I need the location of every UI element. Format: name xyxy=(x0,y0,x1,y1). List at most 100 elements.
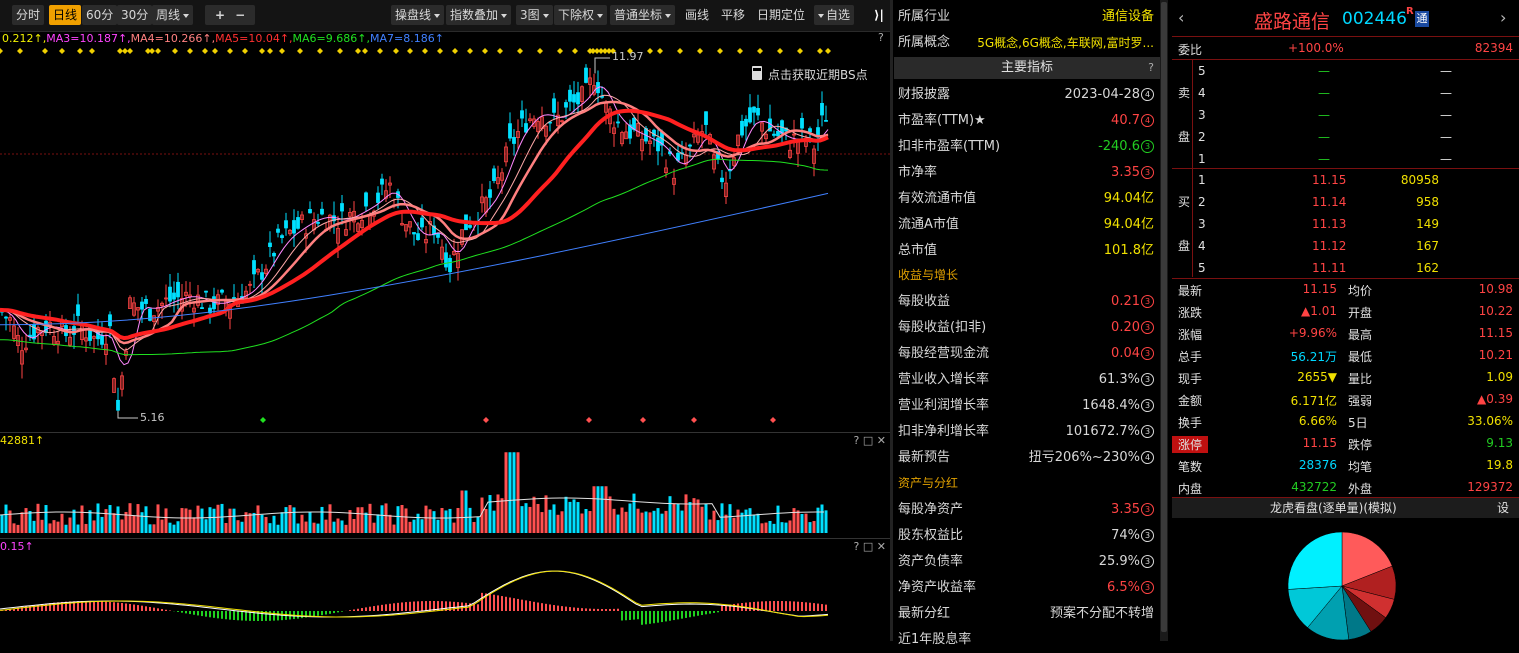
indicator-row[interactable]: 营业利润增长率1648.4%3 xyxy=(898,393,1156,419)
zoom-out-button[interactable]: − xyxy=(235,8,245,22)
ma-legend-item: MA3=10.187↑, xyxy=(46,32,130,45)
bs-point-hint[interactable]: 点击获取近期BS点 xyxy=(752,66,868,83)
indicator-row[interactable]: 市盈率(TTM)★40.74 xyxy=(898,108,1156,134)
candle-body xyxy=(205,291,208,292)
watchlist-dropdown[interactable]: 自选 xyxy=(814,5,854,25)
tab-fenshi[interactable]: 分时 xyxy=(12,5,44,25)
macd-bar xyxy=(325,611,327,614)
macd-bar xyxy=(385,604,387,611)
bid-row[interactable]: 3 11.13 149 xyxy=(1194,213,1519,235)
macd-bar xyxy=(93,601,95,611)
volume-bar xyxy=(317,524,320,533)
indicator-row[interactable]: 扣非市盈率(TTM)-240.63 xyxy=(898,134,1156,160)
indicator-row[interactable]: 近1年股息率 xyxy=(898,627,1156,653)
caopanxian-dropdown[interactable]: 操盘线 xyxy=(391,5,444,25)
indicator-row[interactable]: 最新分红预案不分配不转增 xyxy=(898,601,1156,627)
fundamentals-scrollbar[interactable] xyxy=(1160,0,1168,641)
dragon-settings-button[interactable]: 设 xyxy=(1497,498,1509,518)
indicator-value-text: 94.04亿 xyxy=(1104,217,1154,232)
volume-bar xyxy=(145,506,148,533)
zoom-in-button[interactable]: + xyxy=(215,8,225,22)
indicator-row[interactable]: 财报披露2023-04-284 xyxy=(898,82,1156,108)
macd-bar xyxy=(569,607,571,611)
indicator-row[interactable]: 流通A市值94.04亿 xyxy=(898,212,1156,238)
indicator-value: 0.213 xyxy=(1111,289,1154,315)
indicator-row[interactable]: 每股收益(扣非)0.203 xyxy=(898,315,1156,341)
concept-value[interactable]: 5G概念,6G概念,车联网,富时罗... xyxy=(977,30,1154,56)
coordinate-dropdown[interactable]: 普通坐标 xyxy=(610,5,675,25)
concept-row: 所属概念 5G概念,6G概念,车联网,富时罗... xyxy=(898,30,1156,56)
stat-label: 外盘 xyxy=(1348,480,1372,497)
stat-value: 2655▼ xyxy=(1297,370,1337,384)
industry-value[interactable]: 通信设备 xyxy=(1102,4,1154,30)
volume-bar xyxy=(101,517,104,533)
collapse-panel-icon[interactable]: ⟩| xyxy=(870,5,888,25)
ask-row[interactable]: 4 — — xyxy=(1194,82,1519,104)
indicator-row[interactable]: 每股经营现金流0.043 xyxy=(898,341,1156,367)
macd-bar xyxy=(153,608,155,611)
macd-panel-controls[interactable]: ? □ ✕ xyxy=(854,539,886,554)
scrollbar-thumb[interactable] xyxy=(1161,2,1167,632)
volume-bar xyxy=(469,508,472,533)
volume-bar xyxy=(649,512,652,533)
bid-row[interactable]: 4 11.12 167 xyxy=(1194,235,1519,257)
date-locate-button[interactable]: 日期定位 xyxy=(753,5,809,25)
indicator-row[interactable]: 每股收益0.213 xyxy=(898,289,1156,315)
bid-row[interactable]: 1 11.15 80958 xyxy=(1194,169,1519,191)
level-price: 11.11 xyxy=(1312,261,1346,275)
signal-marker xyxy=(797,48,803,54)
prev-stock-icon[interactable]: ‹ xyxy=(1178,8,1184,27)
volume-bar xyxy=(557,515,560,533)
panel-divider[interactable] xyxy=(890,0,893,641)
index-overlay-dropdown[interactable]: 指数叠加 xyxy=(446,5,511,25)
ask-row[interactable]: 1 — — xyxy=(1194,148,1519,170)
next-stock-icon[interactable]: › xyxy=(1500,8,1506,27)
volume-bar xyxy=(85,524,88,533)
tab-60min[interactable]: 60分 xyxy=(82,5,117,25)
indicator-row[interactable]: 每股净资产3.353 xyxy=(898,497,1156,523)
bid-row[interactable]: 2 11.14 958 xyxy=(1194,191,1519,213)
indicator-row[interactable]: 扣非净利增长率101672.7%3 xyxy=(898,419,1156,445)
volume-bar xyxy=(809,522,812,533)
tab-30min[interactable]: 30分 xyxy=(117,5,152,25)
indicator-row[interactable]: 营业收入增长率61.3%3 xyxy=(898,367,1156,393)
volume-panel-controls[interactable]: ? □ ✕ xyxy=(854,433,886,448)
three-chart-dropdown[interactable]: 3图 xyxy=(516,5,553,25)
candle-body xyxy=(317,222,320,223)
ask-row[interactable]: 5 — — xyxy=(1194,60,1519,82)
indicator-row[interactable]: 净资产收益率6.5%3 xyxy=(898,575,1156,601)
rank-badge-icon: 3 xyxy=(1141,425,1154,438)
ma4-line xyxy=(0,102,828,343)
stock-code: 002446 xyxy=(1342,9,1407,29)
help-icon[interactable]: ? xyxy=(878,31,884,44)
indicator-row[interactable]: 市净率3.353 xyxy=(898,160,1156,186)
macd-bar xyxy=(429,601,431,611)
indicator-row[interactable]: 最新预告扭亏206%~230%4 xyxy=(898,445,1156,471)
stat-label: 跌停 xyxy=(1348,436,1372,453)
industry-row: 所属行业 通信设备 xyxy=(898,4,1156,30)
help-icon[interactable]: ? xyxy=(1148,57,1154,79)
signal-marker xyxy=(467,48,473,54)
macd-bar xyxy=(373,606,375,611)
ma-legend-item: 0.212↑, xyxy=(2,32,46,45)
indicator-row[interactable]: 有效流通市值94.04亿 xyxy=(898,186,1156,212)
volume-bar xyxy=(825,510,828,533)
indicator-row[interactable]: 总市值101.8亿 xyxy=(898,238,1156,264)
ask-row[interactable]: 2 — — xyxy=(1194,126,1519,148)
signal-marker xyxy=(355,48,361,54)
indicator-row[interactable]: 资产负债率25.9%3 xyxy=(898,549,1156,575)
volume-bar xyxy=(617,515,620,533)
badge-tong[interactable]: 通 xyxy=(1415,11,1429,27)
ex-rights-dropdown[interactable]: 下除权 xyxy=(554,5,607,25)
indicator-row[interactable]: 股东权益比74%3 xyxy=(898,523,1156,549)
pan-button[interactable]: 平移 xyxy=(717,5,749,25)
candle-body xyxy=(489,190,492,198)
tab-daily[interactable]: 日线 xyxy=(49,5,81,25)
tab-weekly-dropdown[interactable]: 周线 xyxy=(152,5,193,25)
ask-row[interactable]: 3 — — xyxy=(1194,104,1519,126)
bid-row[interactable]: 5 11.11 162 xyxy=(1194,257,1519,279)
draw-line-button[interactable]: 画线 xyxy=(681,5,713,25)
stat-label: 最新 xyxy=(1178,282,1202,299)
volume-bar xyxy=(305,522,308,533)
volume-bar xyxy=(129,503,132,533)
